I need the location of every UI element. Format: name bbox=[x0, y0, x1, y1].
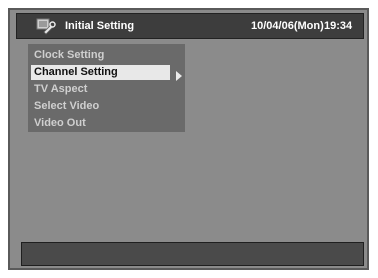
menu-item-clock-setting[interactable]: Clock Setting bbox=[34, 48, 104, 63]
submenu-arrow-icon bbox=[176, 71, 182, 81]
menu-item-select-video[interactable]: Select Video bbox=[34, 99, 99, 114]
status-bar bbox=[21, 242, 364, 266]
settings-wrench-icon bbox=[36, 17, 56, 35]
menu-item-tv-aspect[interactable]: TV Aspect bbox=[34, 82, 87, 97]
page-title: Initial Setting bbox=[65, 20, 135, 32]
settings-menu: Clock Setting Channel Setting TV Aspect … bbox=[28, 44, 185, 132]
menu-item-video-out[interactable]: Video Out bbox=[34, 116, 86, 131]
menu-item-channel-setting[interactable]: Channel Setting bbox=[31, 65, 170, 80]
time-display: 19:34 bbox=[324, 20, 353, 32]
date-display: 10/04/06(Mon) bbox=[251, 20, 324, 32]
title-bar: Initial Setting 10/04/06(Mon) 19:34 bbox=[16, 13, 364, 39]
